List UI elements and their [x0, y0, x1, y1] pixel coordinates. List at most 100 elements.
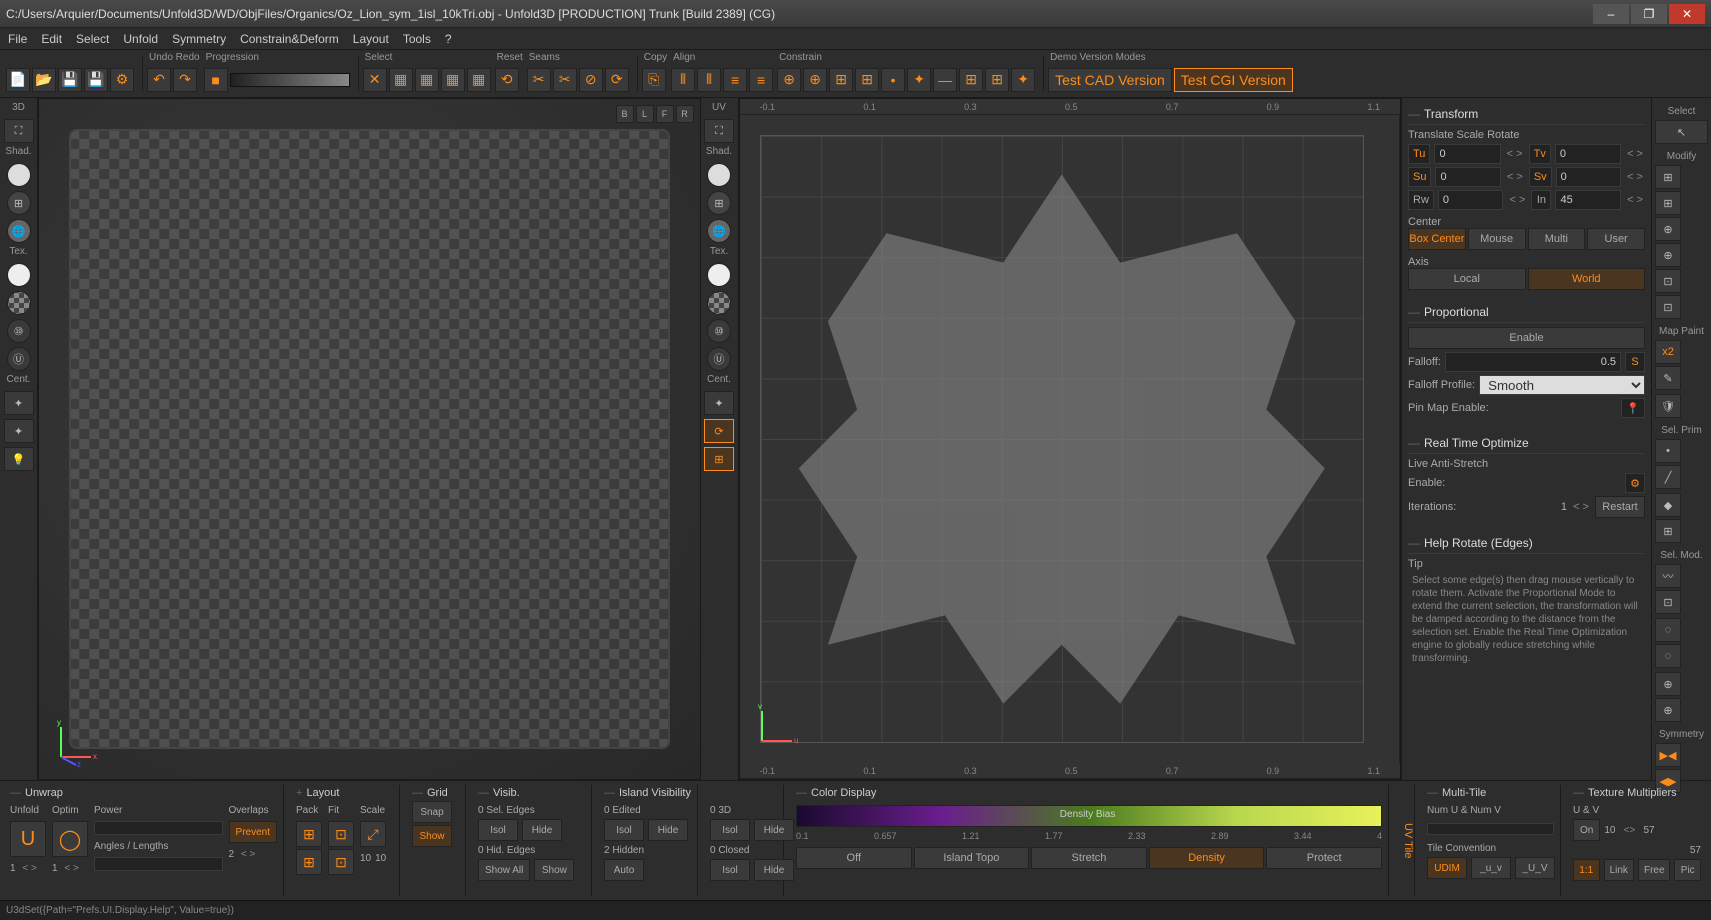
sub3d-isol2-button[interactable]: Isol [710, 859, 750, 881]
save2-icon[interactable]: 💾 [84, 68, 108, 92]
fr-selmod4-icon[interactable]: ◌ [1655, 644, 1681, 668]
prevent-button[interactable]: Prevent [229, 821, 277, 843]
link-button[interactable]: Link [1604, 859, 1635, 881]
seam1-icon[interactable]: ✂ [527, 68, 551, 92]
color-stretch-button[interactable]: Stretch [1031, 847, 1147, 869]
sel1-icon[interactable]: ▦ [389, 68, 413, 92]
sub3d-hide2-button[interactable]: Hide [754, 859, 794, 881]
transform-header[interactable]: Transform [1408, 104, 1645, 125]
fr-x2-button[interactable]: x2 [1655, 340, 1681, 364]
su-spin[interactable]: < > [1505, 171, 1525, 183]
tex-on-button[interactable]: On [1573, 819, 1600, 841]
shade-white-icon[interactable] [7, 163, 31, 187]
uv-up-button[interactable]: _U_V [1515, 857, 1555, 879]
sel3-icon[interactable]: ▦ [441, 68, 465, 92]
island-hide-button[interactable]: Hide [648, 819, 688, 841]
color-density-button[interactable]: Density [1149, 847, 1265, 869]
seam4-icon[interactable]: ⟳ [605, 68, 629, 92]
optimize-enable-icon[interactable]: ⚙ [1625, 473, 1645, 493]
con1-icon[interactable]: ⊕ [777, 68, 801, 92]
minimize-button[interactable]: – [1593, 4, 1629, 24]
test-cgi-button[interactable]: Test CGI Version [1174, 68, 1293, 92]
view-l-button[interactable]: L [636, 105, 654, 123]
con5-icon[interactable]: • [881, 68, 905, 92]
cent2-icon[interactable]: ✦ [4, 419, 34, 443]
menu-constrain[interactable]: Constrain&Deform [240, 32, 339, 46]
uv-tex-num-icon[interactable]: ⑩ [707, 319, 731, 343]
show-grid-button[interactable]: Show [412, 825, 452, 847]
fr-mod5-icon[interactable]: ⊡ [1655, 269, 1681, 293]
redo-icon[interactable]: ↷ [173, 68, 197, 92]
su-field[interactable]: 0 [1435, 167, 1500, 187]
menu-layout[interactable]: Layout [353, 32, 389, 46]
rw-field[interactable]: 0 [1438, 190, 1504, 210]
fr-selmod2-icon[interactable]: ⊡ [1655, 590, 1681, 614]
sel4-icon[interactable]: ▦ [467, 68, 491, 92]
new-icon[interactable]: 📄 [6, 68, 30, 92]
fit2-icon[interactable]: ⊡ [328, 849, 354, 875]
optimize-header[interactable]: Real Time Optimize [1408, 433, 1645, 454]
uv-grid-icon[interactable]: ⊞ [704, 447, 734, 471]
light-icon[interactable]: 💡 [4, 447, 34, 471]
in-spin[interactable]: < > [1625, 194, 1645, 206]
axis-local-button[interactable]: Local [1408, 268, 1526, 290]
fr-shield-icon[interactable]: 🛡 [1655, 394, 1681, 418]
fr-prim4-icon[interactable]: ⊞ [1655, 519, 1681, 543]
falloff-s-button[interactable]: S [1625, 352, 1645, 372]
fr-prim1-icon[interactable]: • [1655, 439, 1681, 463]
seam2-icon[interactable]: ✂ [553, 68, 577, 92]
tex-white-icon[interactable] [7, 263, 31, 287]
cent1-icon[interactable]: ✦ [4, 391, 34, 415]
color-gradient[interactable]: Density Bias [796, 805, 1382, 827]
sub3d-hide-button[interactable]: Hide [754, 819, 794, 841]
optim-icon[interactable]: ◯ [52, 821, 88, 857]
menu-unfold[interactable]: Unfold [123, 32, 158, 46]
fr-mod3-icon[interactable]: ⊕ [1655, 217, 1681, 241]
sub3d-isol-button[interactable]: Isol [710, 819, 750, 841]
free-button[interactable]: Free [1638, 859, 1670, 881]
angles-slider[interactable] [94, 857, 223, 871]
test-cad-button[interactable]: Test CAD Version [1048, 68, 1172, 92]
scale-icon[interactable]: ⤢ [360, 821, 386, 847]
con2-icon[interactable]: ⊕ [803, 68, 827, 92]
fr-mod6-icon[interactable]: ⊡ [1655, 295, 1681, 319]
open-icon[interactable]: 📂 [32, 68, 56, 92]
view-r-button[interactable]: R [676, 105, 694, 123]
pack2-icon[interactable]: ⊞ [296, 849, 322, 875]
uv-shade-globe-icon[interactable]: 🌐 [707, 219, 731, 243]
proportional-header[interactable]: Proportional [1408, 302, 1645, 323]
fit1-icon[interactable]: ⊡ [328, 821, 354, 847]
save-icon[interactable]: 💾 [58, 68, 82, 92]
uv-frame-icon[interactable]: ⛶ [704, 119, 734, 143]
fr-selmod5-icon[interactable]: ⊕ [1655, 672, 1681, 696]
rw-spin[interactable]: < > [1507, 194, 1527, 206]
align4-icon[interactable]: ≡ [749, 68, 773, 92]
menu-symmetry[interactable]: Symmetry [172, 32, 226, 46]
con10-icon[interactable]: ✦ [1011, 68, 1035, 92]
visib-isol1-button[interactable]: Isol [478, 819, 518, 841]
menu-edit[interactable]: Edit [41, 32, 62, 46]
udim-button[interactable]: UDIM [1427, 857, 1467, 879]
viewport-uv[interactable]: vu [740, 115, 1385, 763]
shade-wire-icon[interactable]: ⊞ [7, 191, 31, 215]
overlap-spin[interactable]: < > [238, 849, 258, 860]
fr-prim3-icon[interactable]: ◆ [1655, 493, 1681, 517]
pinmap-icon[interactable]: 📍 [1621, 398, 1645, 418]
tv-field[interactable]: 0 [1555, 144, 1621, 164]
prop-enable-button[interactable]: Enable [1408, 327, 1645, 349]
close-button[interactable]: ✕ [1669, 4, 1705, 24]
falloff-profile-select[interactable]: Smooth [1479, 375, 1645, 395]
copy-icon[interactable]: ⎘ [642, 68, 666, 92]
menu-tools[interactable]: Tools [403, 32, 431, 46]
view-f-button[interactable]: F [656, 105, 674, 123]
fr-pointer-icon[interactable]: ↖ [1655, 120, 1708, 144]
pack1-icon[interactable]: ⊞ [296, 821, 322, 847]
tu-spin[interactable]: < > [1505, 148, 1525, 160]
fr-mod4-icon[interactable]: ⊕ [1655, 243, 1681, 267]
island-auto-button[interactable]: Auto [604, 859, 644, 881]
view-b-button[interactable]: B [616, 105, 634, 123]
menu-help[interactable]: ? [445, 32, 452, 46]
con8-icon[interactable]: ⊞ [959, 68, 983, 92]
in-field[interactable]: 45 [1555, 190, 1621, 210]
undo-icon[interactable]: ↶ [147, 68, 171, 92]
